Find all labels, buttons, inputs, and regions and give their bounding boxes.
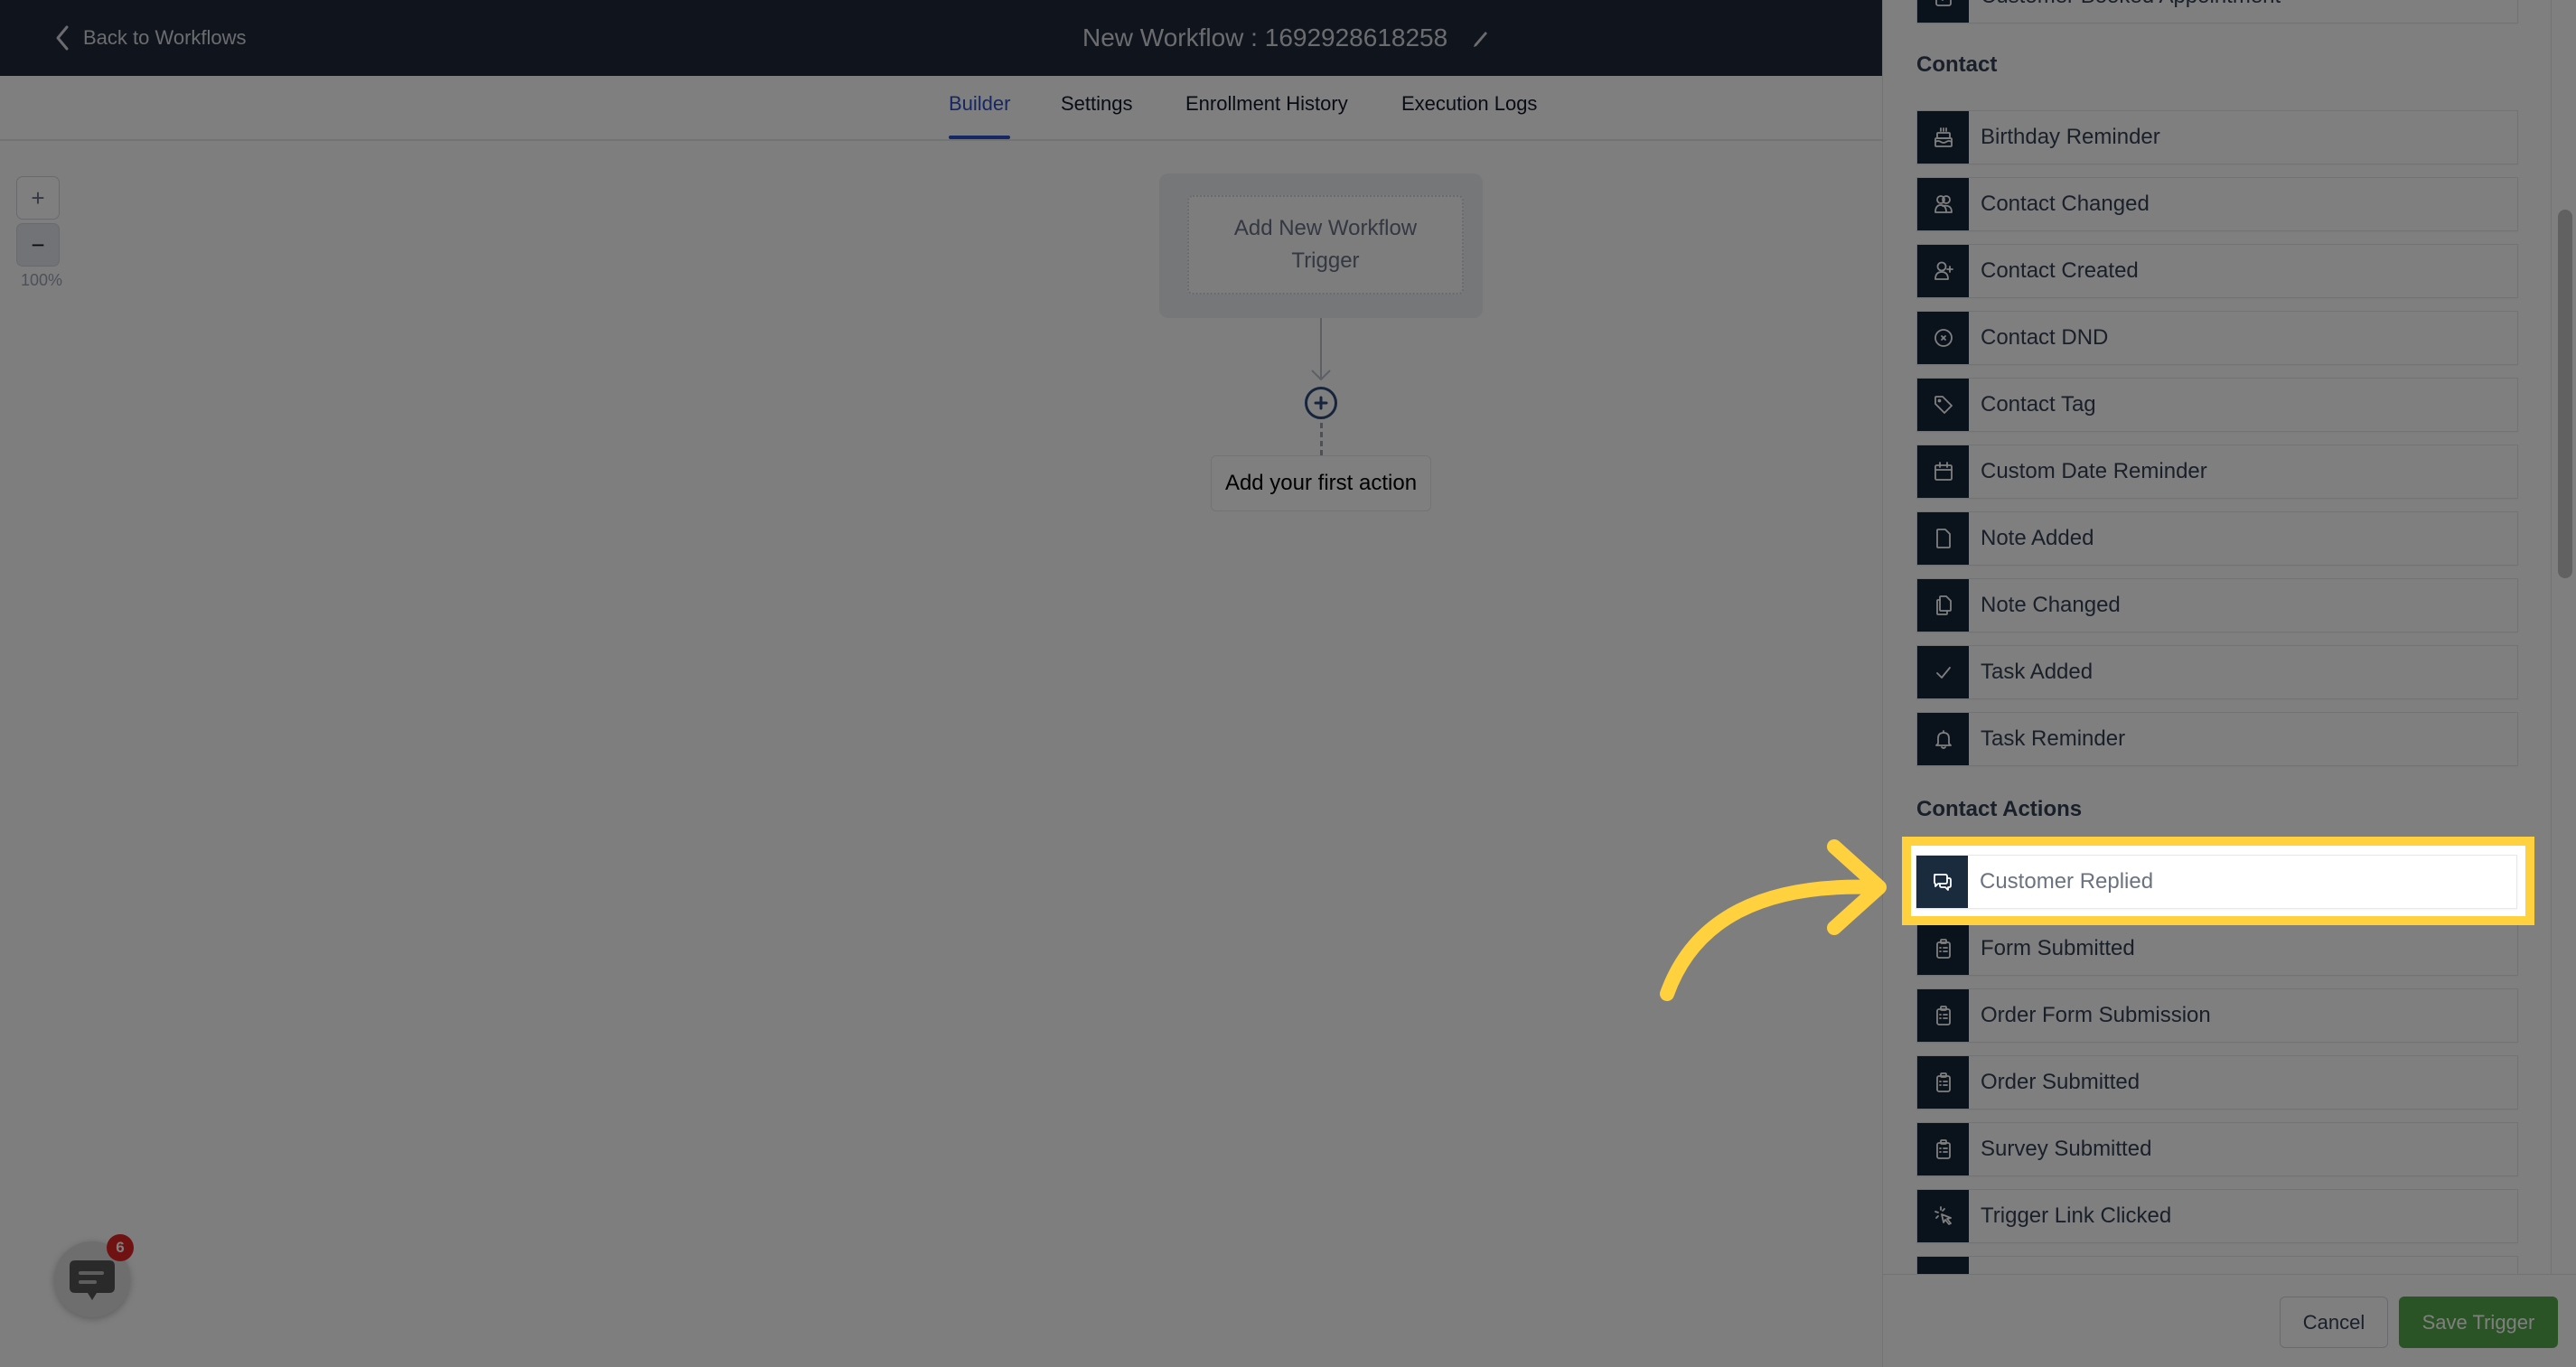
top-bar: Back to Workflows New Workflow : 1692928… xyxy=(0,0,1882,76)
tab-execution-logs[interactable]: Execution Logs xyxy=(1401,92,1537,139)
add-action-button[interactable] xyxy=(1305,387,1337,419)
trigger-item-task-added[interactable]: Task Added xyxy=(1916,645,2518,699)
trigger-item-label: Order Form Submission xyxy=(1981,1003,2211,1027)
trigger-item-partial[interactable] xyxy=(1916,1256,2518,1274)
trigger-item-label: Task Added xyxy=(1981,660,2094,684)
trigger-item-label: Customer Replied xyxy=(1980,869,2154,894)
chat-bubbles-icon xyxy=(1933,874,1952,891)
back-to-workflows-link[interactable]: Back to Workflows xyxy=(54,22,247,54)
users-icon xyxy=(1934,195,1953,213)
trigger-item-contact-changed[interactable]: Contact Changed xyxy=(1916,177,2518,231)
add-first-action-button[interactable]: Add your first action xyxy=(1211,455,1431,511)
trigger-item-label: Task Reminder xyxy=(1981,726,2126,751)
cancel-button[interactable]: Cancel xyxy=(2280,1297,2388,1348)
chat-unread-badge: 6 xyxy=(107,1234,134,1261)
calendar-check-icon xyxy=(1934,0,1952,6)
connector-dashed-line xyxy=(1320,423,1323,455)
trigger-item-label: Trigger Link Clicked xyxy=(1981,1203,2172,1228)
clipboard-icon xyxy=(1935,1006,1951,1025)
tab-settings[interactable]: Settings xyxy=(1061,92,1133,139)
trigger-item-label: Customer Booked Appointment xyxy=(1981,0,2281,9)
trigger-item-label: Birthday Reminder xyxy=(1981,125,2160,149)
trigger-item-label: Custom Date Reminder xyxy=(1981,459,2207,483)
trigger-item-birthday-reminder[interactable]: Birthday Reminder xyxy=(1916,110,2518,164)
trigger-item-label: Contact Changed xyxy=(1981,192,2150,216)
workflow-name: New Workflow : 1692928618258 xyxy=(1082,23,1448,51)
panel-scrollbar[interactable] xyxy=(2551,0,2576,1274)
trigger-item-form-submitted[interactable]: Form Submitted xyxy=(1916,922,2518,976)
file-icon xyxy=(1935,529,1951,548)
section-title-contact: Contact xyxy=(1916,52,1998,77)
trigger-item-label: Order Submitted xyxy=(1981,1070,2140,1094)
clipboard-icon xyxy=(1935,1072,1951,1092)
trigger-item-trigger-link-clicked[interactable]: Trigger Link Clicked xyxy=(1916,1189,2518,1243)
trigger-item-customer-booked-appointment[interactable]: Customer Booked Appointment xyxy=(1916,0,2518,23)
panel-footer: Cancel Save Trigger xyxy=(1883,1274,2576,1367)
trigger-item-contact-dnd[interactable]: Contact DND xyxy=(1916,311,2518,365)
zoom-level: 100% xyxy=(21,271,63,289)
arrow-down-icon xyxy=(1311,370,1331,381)
cake-icon xyxy=(1934,127,1953,147)
scrollbar-thumb[interactable] xyxy=(2558,210,2572,578)
trigger-item-contact-tag[interactable]: Contact Tag xyxy=(1916,378,2518,432)
add-trigger-button[interactable]: Add New Workflow Trigger xyxy=(1187,195,1464,295)
calendar-icon xyxy=(1934,462,1953,481)
trigger-item-survey-submitted[interactable]: Survey Submitted xyxy=(1916,1122,2518,1176)
clipboard-icon xyxy=(1935,1139,1951,1159)
workflow-title: New Workflow : 1692928618258 xyxy=(1082,18,1491,58)
chevron-left-icon xyxy=(56,25,69,51)
trigger-item-custom-date-reminder[interactable]: Custom Date Reminder xyxy=(1916,445,2518,499)
trigger-item-label: Contact DND xyxy=(1981,325,2109,350)
x-circle-icon xyxy=(1934,329,1953,347)
trigger-item-label: Survey Submitted xyxy=(1981,1137,2152,1161)
pencil-icon[interactable] xyxy=(1471,28,1491,48)
user-plus-icon xyxy=(1934,261,1953,280)
trigger-item-label: Contact Created xyxy=(1981,258,2139,283)
files-icon xyxy=(1935,595,1952,615)
workflow-canvas[interactable]: + − 100% Add New Workflow Trigger Add yo… xyxy=(0,141,1882,1367)
tab-bar: Builder Settings Enrollment History Exec… xyxy=(0,76,1882,141)
bell-icon xyxy=(1934,730,1952,749)
zoom-in-button[interactable]: + xyxy=(16,176,60,220)
trigger-item-task-reminder[interactable]: Task Reminder xyxy=(1916,712,2518,766)
trigger-item-contact-created[interactable]: Contact Created xyxy=(1916,244,2518,298)
trigger-item-label: Form Submitted xyxy=(1981,936,2135,960)
chat-icon xyxy=(70,1260,115,1300)
back-label: Back to Workflows xyxy=(83,26,247,49)
save-trigger-button[interactable]: Save Trigger xyxy=(2399,1297,2558,1348)
trigger-item-label: Note Changed xyxy=(1981,593,2121,617)
trigger-item-customer-replied[interactable]: Customer Replied xyxy=(1916,855,2517,909)
zoom-out-button[interactable]: − xyxy=(16,223,60,267)
trigger-item-label: Note Added xyxy=(1981,526,2094,550)
trigger-item-order-submitted[interactable]: Order Submitted xyxy=(1916,1055,2518,1110)
tab-builder[interactable]: Builder xyxy=(949,92,1011,139)
trigger-item-note-added[interactable]: Note Added xyxy=(1916,511,2518,566)
tab-enrollment-history[interactable]: Enrollment History xyxy=(1185,92,1348,139)
section-title-contact-actions: Contact Actions xyxy=(1916,797,2083,821)
trigger-picker-panel: Customer Booked Appointment Contact Birt… xyxy=(1882,0,2576,1367)
cursor-click-icon xyxy=(1934,1206,1952,1225)
plus-icon xyxy=(1314,396,1328,410)
trigger-node: Add New Workflow Trigger xyxy=(1159,173,1483,318)
clipboard-icon xyxy=(1935,939,1951,959)
trigger-item-order-form-submission[interactable]: Order Form Submission xyxy=(1916,988,2518,1043)
tag-icon xyxy=(1934,396,1953,414)
trigger-list: Customer Booked Appointment Contact Birt… xyxy=(1883,0,2550,1274)
check-icon xyxy=(1935,667,1951,679)
trigger-item-label: Contact Tag xyxy=(1981,392,2096,417)
trigger-item-note-changed[interactable]: Note Changed xyxy=(1916,578,2518,632)
